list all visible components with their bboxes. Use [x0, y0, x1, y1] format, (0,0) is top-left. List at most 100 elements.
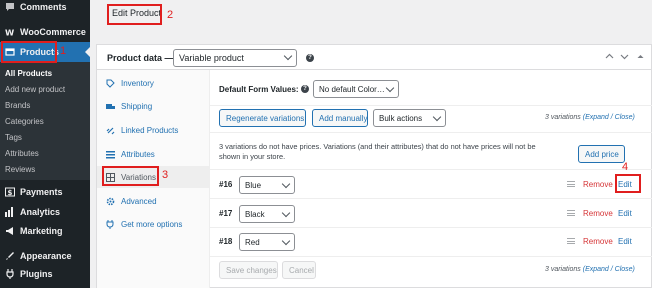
divider	[210, 256, 652, 257]
menu-label: Appearance	[20, 251, 72, 261]
woocommerce-icon: W	[5, 27, 15, 37]
remove-link[interactable]: Remove	[583, 209, 613, 218]
page-header: Edit Product	[90, 0, 652, 30]
toggle-panel-icon[interactable]	[637, 52, 644, 63]
expand-close-link[interactable]: (Expand / Close)	[583, 114, 635, 121]
menu-appearance[interactable]: Appearance	[0, 246, 90, 266]
move-up-icon[interactable]	[605, 52, 614, 63]
save-changes-button[interactable]: Save changes	[219, 261, 278, 279]
variations-count: 3 variations (Expand / Close)	[545, 114, 635, 121]
bulk-actions-value: Bulk actions	[379, 114, 423, 123]
variation-number: #16	[219, 180, 233, 189]
menu-label: Comments	[20, 2, 67, 12]
menu-label: Analytics	[20, 207, 61, 217]
help-icon[interactable]: ?	[301, 85, 309, 93]
tab-get-more-options[interactable]: Get more options	[97, 213, 210, 235]
annotation-box-edit	[615, 174, 641, 193]
submenu-attributes[interactable]: Attributes	[5, 149, 39, 158]
menu-label: Marketing	[20, 226, 63, 236]
variations-count-text: 3 variations	[545, 114, 581, 121]
svg-text:W: W	[5, 27, 14, 37]
tab-linked-products[interactable]: Linked Products	[97, 119, 210, 141]
annotation-number-4: 4	[622, 161, 629, 173]
product-type-select[interactable]: Variable product	[173, 49, 297, 67]
payments-icon: $	[5, 187, 15, 197]
submenu-all-products[interactable]: All Products	[5, 69, 52, 78]
variations-count-text: 3 variations	[545, 266, 581, 273]
default-color-value: No default Color…	[319, 85, 385, 94]
drag-handle-icon[interactable]	[567, 210, 575, 216]
chevron-down-icon	[281, 208, 291, 218]
chevron-down-icon	[385, 83, 395, 93]
tab-attributes[interactable]: Attributes	[97, 143, 210, 165]
divider	[210, 169, 652, 170]
cancel-button[interactable]: Cancel	[282, 261, 316, 279]
appearance-icon	[5, 251, 15, 261]
drag-handle-icon[interactable]	[567, 238, 575, 244]
edit-link[interactable]: Edit	[618, 237, 632, 246]
tab-inventory[interactable]: Inventory	[97, 72, 210, 94]
product-data-panel: Product data — Variable product ? Invent…	[96, 44, 652, 288]
move-down-icon[interactable]	[620, 52, 629, 63]
variation-color-value: Black	[245, 210, 265, 219]
submenu-brands[interactable]: Brands	[5, 101, 30, 110]
tab-label: Get more options	[121, 219, 183, 229]
analytics-icon	[5, 207, 15, 217]
panel-header: Product data — Variable product ?	[97, 45, 652, 70]
tab-label: Linked Products	[121, 125, 179, 135]
submenu-reviews[interactable]: Reviews	[5, 165, 35, 174]
help-icon[interactable]: ?	[306, 54, 314, 62]
edit-link[interactable]: Edit	[618, 209, 632, 218]
expand-close-link[interactable]: (Expand / Close)	[583, 266, 635, 273]
remove-link[interactable]: Remove	[583, 237, 613, 246]
tab-label: Advanced	[121, 196, 157, 206]
submenu-tags[interactable]: Tags	[5, 133, 22, 142]
menu-label: Plugins	[20, 269, 53, 279]
variation-color-select[interactable]: Black	[239, 205, 295, 223]
divider	[210, 198, 652, 199]
comments-icon	[5, 2, 15, 12]
add-price-button[interactable]: Add price	[578, 145, 625, 163]
annotation-box-edit-product	[107, 4, 162, 25]
variation-color-value: Blue	[245, 181, 262, 190]
menu-analytics[interactable]: Analytics	[0, 202, 90, 222]
remove-link[interactable]: Remove	[583, 180, 613, 189]
marketing-icon	[5, 226, 15, 236]
variations-content: Default Form Values: ? No default Color……	[210, 70, 652, 288]
plugins-icon	[5, 269, 15, 279]
add-manually-button[interactable]: Add manually	[312, 109, 368, 127]
variations-count-footer: 3 variations (Expand / Close)	[545, 266, 635, 273]
drag-handle-icon[interactable]	[567, 181, 575, 187]
variation-number: #17	[219, 209, 233, 218]
tab-shipping[interactable]: Shipping	[97, 95, 210, 117]
default-color-select[interactable]: No default Color…	[313, 80, 399, 98]
chevron-down-icon	[281, 179, 291, 189]
no-price-notice: 3 variations do not have prices. Variati…	[219, 142, 536, 161]
plugin-icon	[106, 219, 115, 229]
default-form-label: Default Form Values:	[219, 85, 299, 94]
link-icon	[106, 126, 115, 135]
bulk-actions-select[interactable]: Bulk actions	[373, 109, 446, 127]
tab-label: Shipping	[121, 101, 153, 111]
menu-comments[interactable]: Comments	[0, 0, 90, 14]
annotation-box-products	[1, 41, 57, 63]
gear-icon	[106, 197, 115, 206]
menu-plugins[interactable]: Plugins	[0, 264, 90, 284]
regenerate-variations-button[interactable]: Regenerate variations	[219, 109, 306, 127]
annotation-number-1: 1	[60, 45, 67, 57]
variation-color-select[interactable]: Red	[239, 233, 295, 251]
list-icon	[106, 150, 115, 159]
tab-advanced[interactable]: Advanced	[97, 190, 210, 212]
menu-woocommerce[interactable]: W WooCommerce	[0, 22, 90, 42]
active-indicator	[85, 47, 90, 57]
menu-marketing[interactable]: Marketing	[0, 221, 90, 241]
truck-icon	[106, 102, 115, 111]
submenu-add-new-product[interactable]: Add new product	[5, 85, 65, 94]
annotation-box-variations	[102, 166, 159, 186]
chevron-down-icon	[283, 51, 293, 61]
svg-text:$: $	[8, 189, 13, 197]
tab-label: Attributes	[121, 149, 155, 159]
variation-color-select[interactable]: Blue	[239, 176, 295, 194]
submenu-categories[interactable]: Categories	[5, 117, 44, 126]
menu-payments[interactable]: $ Payments	[0, 182, 90, 202]
